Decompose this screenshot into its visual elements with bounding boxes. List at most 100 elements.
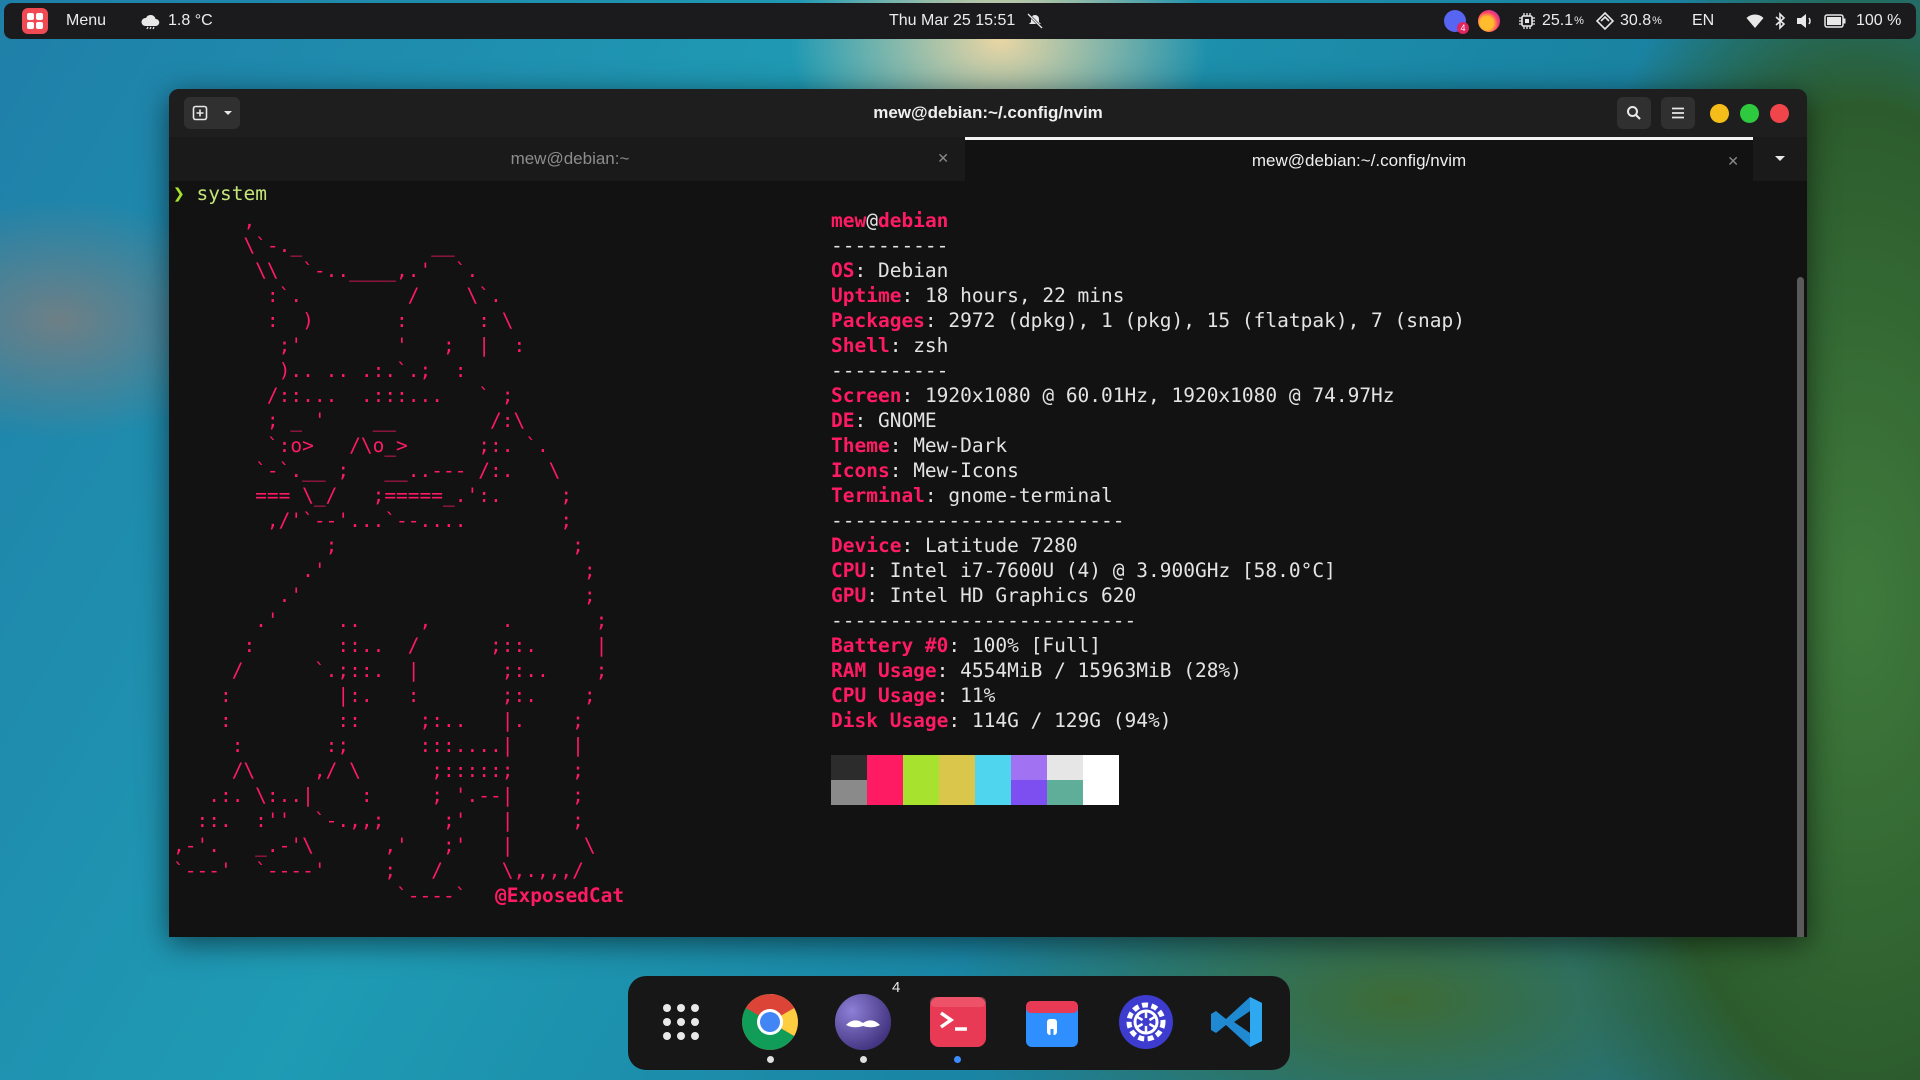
ram-indicator[interactable]: 30.8% (1596, 3, 1662, 39)
new-tab-icon (192, 105, 207, 121)
info-key: DE (831, 409, 855, 432)
info-key: Uptime (831, 284, 902, 307)
dock-files[interactable] (1023, 993, 1081, 1051)
dock-chrome[interactable] (741, 993, 799, 1051)
shell-prompt: ❯ system (173, 181, 267, 206)
info-value: Intel HD Graphics 620 (889, 584, 1137, 607)
info-theme: Theme: Mew-Dark (831, 434, 1008, 457)
info-value: Debian (877, 259, 949, 282)
info-value: Mew-Icons (913, 459, 1019, 482)
firefox-tray[interactable] (1478, 3, 1500, 39)
hamburger-icon (1672, 107, 1684, 119)
folder-icon (1026, 1001, 1078, 1047)
info-key: OS (831, 259, 855, 282)
info-screen: Screen: 1920x1080 @ 60.01Hz, 1920x1080 @… (831, 384, 1395, 407)
username: mew (831, 209, 867, 232)
color-swatch (1047, 755, 1083, 780)
info-value: Intel i7-7600U (4) @ 3.900GHz [58.0°C] (889, 559, 1336, 582)
color-swatch (903, 780, 939, 805)
ram-percent-unit: % (1652, 15, 1662, 27)
maximize-button[interactable] (1740, 104, 1759, 123)
info-key: Device (831, 534, 902, 557)
color-swatch (867, 755, 903, 780)
new-tab-split-button[interactable] (184, 97, 240, 129)
info-key: Screen (831, 384, 902, 407)
info-key: Disk Usage (831, 709, 949, 732)
info-value: Latitude 7280 (924, 534, 1078, 557)
color-swatch (975, 780, 1011, 805)
info-battery: Battery #0: 100% [Full] (831, 634, 1102, 657)
system-status-area[interactable]: 100 % (1746, 3, 1901, 39)
close-button[interactable] (1770, 104, 1789, 123)
user-host: mew@debian (831, 208, 1465, 233)
color-swatch (975, 755, 1011, 780)
weather-indicator[interactable]: 1.8 °C (140, 3, 213, 39)
running-indicator (860, 1056, 867, 1063)
info-value: 4554MiB / 15963MiB (28%) (960, 659, 1242, 682)
info-cpu: CPU: Intel i7-7600U (4) @ 3.900GHz [58.0… (831, 559, 1336, 582)
settings-icon (1119, 995, 1173, 1049)
info-cpu-usage: CPU Usage: 11% (831, 684, 996, 707)
tab-nvim-config[interactable]: mew@debian:~/.config/nvim ✕ (965, 137, 1753, 181)
bluetooth-icon (1775, 12, 1786, 30)
running-indicator (767, 1056, 774, 1063)
show-apps-button[interactable] (652, 993, 710, 1051)
tab-home[interactable]: mew@debian:~ ✕ (177, 137, 963, 181)
wifi-icon (1746, 14, 1764, 28)
dock-vscode[interactable] (1208, 993, 1266, 1051)
color-palette (831, 755, 1119, 805)
info-value: 1920x1080 @ 60.01Hz, 1920x1080 @ 74.97Hz (924, 384, 1395, 407)
discord-tray[interactable]: 4 (1444, 3, 1469, 39)
dock-discord[interactable]: 4 (834, 979, 900, 1051)
info-de: DE: GNOME (831, 409, 937, 432)
color-swatch (1047, 780, 1083, 805)
ascii-credit: @ExposedCat (495, 884, 625, 907)
close-tab-icon[interactable]: ✕ (1727, 153, 1739, 170)
dock-terminal[interactable] (929, 993, 987, 1051)
info-device: Device: Latitude 7280 (831, 534, 1078, 557)
info-ram: RAM Usage: 4554MiB / 15963MiB (28%) (831, 659, 1242, 682)
flame-icon (1478, 10, 1500, 32)
separator: -------------------------- (831, 609, 1137, 632)
separator: ------------------------- (831, 509, 1125, 532)
terminal-scrollbar[interactable] (1797, 277, 1804, 937)
tab-bar: mew@debian:~ ✕ mew@debian:~/.config/nvim… (169, 137, 1807, 182)
terminal-area[interactable]: ❯ system , \`-._ __ \\ `-..____,.' `. :`… (169, 181, 1807, 937)
info-os: OS: Debian (831, 259, 949, 282)
info-key: RAM Usage (831, 659, 937, 682)
info-key: GPU (831, 584, 867, 607)
window-title: mew@debian:~/.config/nvim (873, 103, 1103, 122)
battery-percent: 100 % (1856, 12, 1902, 29)
chrome-icon (742, 994, 798, 1050)
cpu-indicator[interactable]: 25.1% (1518, 3, 1584, 39)
clock[interactable]: Thu Mar 25 15:51 (889, 3, 1044, 39)
info-key: Shell (831, 334, 890, 357)
discord-tray-icon: 4 (1444, 10, 1469, 34)
cpu-percent: 25.1 (1542, 12, 1574, 29)
info-disk: Disk Usage: 114G / 129G (94%) (831, 709, 1172, 732)
tabs-overflow-button[interactable] (1755, 137, 1805, 181)
search-icon (1627, 106, 1641, 120)
color-swatch (867, 780, 903, 805)
menu-button[interactable] (1661, 97, 1695, 129)
dock-settings[interactable] (1117, 993, 1175, 1051)
info-key: Terminal (831, 484, 925, 507)
color-swatch (1011, 780, 1047, 805)
minimize-button[interactable] (1710, 104, 1729, 123)
notifications-off-icon (1027, 13, 1044, 29)
info-value: 18 hours, 22 mins (924, 284, 1125, 307)
info-key: Theme (831, 434, 890, 457)
search-button[interactable] (1617, 97, 1651, 129)
keyboard-layout[interactable]: EN (1692, 3, 1714, 39)
info-shell: Shell: zsh (831, 334, 949, 357)
discord-icon (835, 994, 891, 1050)
app-menu-button[interactable]: Menu (22, 3, 106, 39)
color-swatch (1083, 780, 1119, 805)
info-value: zsh (913, 334, 949, 357)
info-value: Mew-Dark (913, 434, 1008, 457)
info-key: CPU Usage (831, 684, 937, 707)
info-terminal: Terminal: gnome-terminal (831, 484, 1113, 507)
close-tab-icon[interactable]: ✕ (937, 150, 949, 167)
cpu-icon (1519, 13, 1535, 29)
top-panel: Menu 1.8 °C Thu Mar 25 15:51 4 25.1% 30.… (4, 3, 1916, 39)
